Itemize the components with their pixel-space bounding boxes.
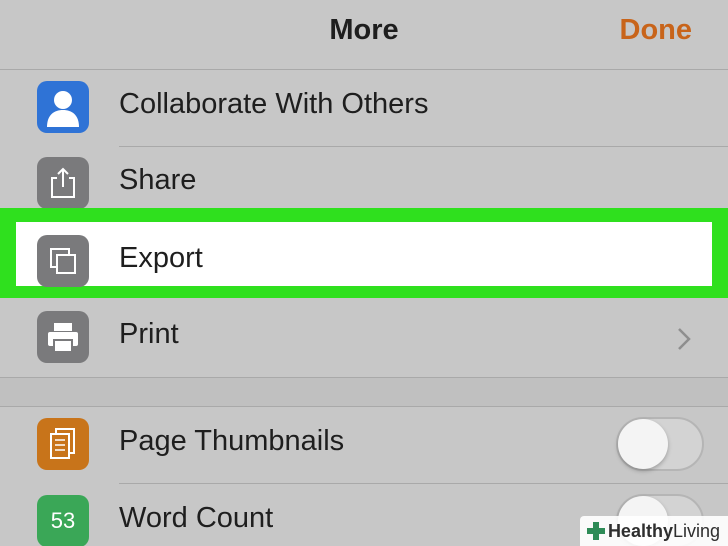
- menu-item-label: Share: [119, 164, 197, 196]
- menu-item-export[interactable]: Export: [0, 224, 728, 301]
- word-count-icon: 53: [37, 495, 89, 546]
- share-icon: [37, 157, 89, 209]
- menu-item-label: Export: [119, 242, 203, 274]
- menu-item-print[interactable]: Print: [0, 300, 728, 377]
- done-button[interactable]: Done: [620, 14, 693, 47]
- chevron-right-icon: [678, 328, 691, 350]
- word-count-icon-text: 53: [50, 508, 76, 533]
- setting-label: Word Count: [119, 502, 274, 534]
- setting-page-thumbnails: Page Thumbnails: [0, 407, 728, 484]
- nav-header: More Done: [0, 0, 728, 70]
- section-separator: [0, 377, 728, 407]
- watermark: Healthy Living: [579, 516, 728, 546]
- setting-label: Page Thumbnails: [119, 425, 345, 457]
- menu-item-collaborate[interactable]: Collaborate With Others: [0, 70, 728, 147]
- page-thumbnails-toggle[interactable]: [616, 417, 704, 471]
- pages-icon: [37, 418, 89, 470]
- watermark-brand-regular: Living: [672, 520, 720, 541]
- toggle-knob: [618, 419, 668, 469]
- export-icon: [37, 235, 89, 287]
- menu-item-label: Collaborate With Others: [119, 88, 429, 120]
- person-icon: [37, 81, 89, 133]
- printer-icon: [37, 311, 89, 363]
- plus-logo-icon: [586, 522, 605, 540]
- watermark-brand-bold: Healthy: [607, 520, 673, 541]
- menu-item-label: Print: [119, 318, 179, 350]
